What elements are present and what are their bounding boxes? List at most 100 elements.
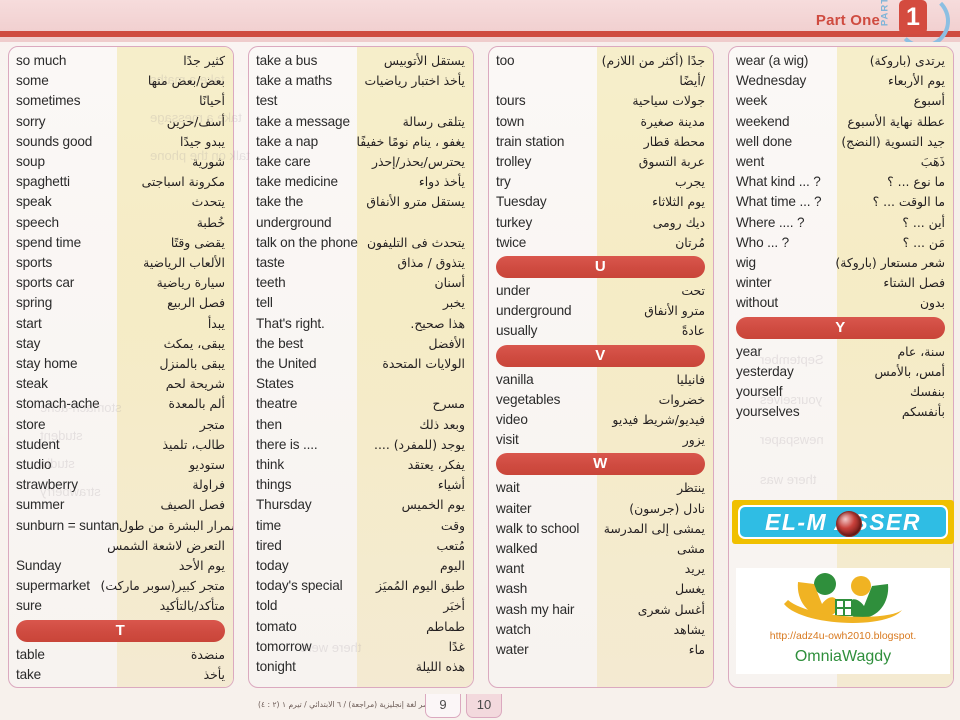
english-term: yourselves (736, 404, 800, 420)
vocabulary-row: walked مشى (496, 539, 707, 559)
english-term: soup (16, 154, 45, 170)
vocabulary-row: tonight هذه الليلة (256, 657, 467, 677)
vocabulary-row: soup شورية (16, 152, 227, 172)
arabic-meaning: منضدة (190, 646, 225, 662)
english-term: the United (256, 356, 317, 372)
vocabulary-row: That's right. هذا صحيح. (256, 314, 467, 334)
english-term: speech (16, 214, 59, 230)
english-term: try (496, 174, 511, 190)
arabic-meaning: فصل الربيع (167, 295, 225, 311)
vocabulary-row: the best الأفضل (256, 334, 467, 354)
english-term: Sunday (16, 558, 62, 574)
entry-list: take a bus يستقل الأتوبيس take a maths يأخذ… (249, 47, 473, 677)
english-term: video (496, 412, 528, 428)
english-term: usually (496, 323, 538, 339)
arabic-meaning: يريد (684, 561, 705, 577)
vocabulary-row: train station محطة قطار (496, 132, 707, 152)
arabic-meaning: أسنان (434, 275, 465, 291)
arabic-meaning: /أيضًا (679, 73, 705, 89)
arabic-meaning: يتحدث (191, 194, 225, 210)
vocabulary-card: take a bus يستقل الأتوبيس take a maths يأخذ… (248, 46, 474, 688)
arabic-meaning: فصل الصيف (160, 497, 225, 513)
english-term: tours (496, 93, 526, 109)
vocabulary-row: video فيديو/شريط فيديو (496, 410, 707, 430)
english-term: underground (496, 303, 572, 319)
english-term: week (736, 93, 768, 109)
vocabulary-row: vanilla فانيليا (496, 370, 707, 390)
vocabulary-row: yourselves بأنفسكم (736, 402, 947, 422)
vocabulary-card: so much كثير جدًا some بعض/بعض منها sometime… (8, 46, 234, 688)
vocabulary-row: Thursday يوم الخميس (256, 495, 467, 515)
vocabulary-row: town مدينة صغيرة (496, 112, 707, 132)
english-term: twice (496, 234, 527, 250)
vocabulary-row: take a message يتلقى رسالة (256, 112, 467, 132)
english-term: Who ... ? (736, 234, 790, 250)
arabic-meaning: يبقى، يمكث (163, 335, 225, 351)
vocabulary-row: sunburn = suntan إسمرار البشرة من طول (16, 516, 233, 536)
vocabulary-row: What kind ... ? ما نوع ... ؟ (736, 172, 947, 192)
english-term: trolley (496, 154, 532, 170)
english-term: studio (16, 457, 52, 473)
english-term: train station (496, 133, 565, 149)
vocabulary-row: Tuesday يوم الثلاثاء (496, 192, 707, 212)
vocabulary-row: stay يبقى، يمكث (16, 334, 227, 354)
arabic-meaning: يستقل مترو الأنفاق (366, 194, 465, 210)
vocabulary-row: wig شعر مستعار (باروكة) (736, 253, 947, 273)
vocabulary-row: things أشياء (256, 475, 467, 495)
arabic-meaning: فصل الشتاء (883, 275, 945, 291)
english-term: stay (16, 335, 41, 351)
arabic-meaning: يقضى وقتًا (170, 234, 225, 250)
english-term: water (496, 642, 529, 658)
english-term: there is .... (256, 436, 318, 452)
arabic-meaning: بدون (919, 295, 945, 311)
arabic-meaning: كثير جدًا (183, 53, 225, 68)
english-term: sorry (16, 113, 46, 129)
vocabulary-row: tours جولات سياحية (496, 91, 707, 111)
vocabulary-row: tired مُتعب (256, 536, 467, 556)
vocabulary-row: take medicine يأخذ دواء (256, 172, 467, 192)
vocabulary-row: speech خُطبة (16, 213, 227, 233)
vocabulary-row: wait ينتظر (496, 478, 707, 498)
vocabulary-row: twice مُرتان (496, 233, 707, 253)
english-term: Thursday (256, 497, 312, 513)
vocabulary-row: today اليوم (256, 556, 467, 576)
english-term: without (736, 295, 779, 311)
english-term: store (16, 416, 46, 432)
arabic-meaning: يوم الأحد (178, 558, 225, 574)
arabic-meaning: شعر مستعار (باروكة) (835, 255, 945, 271)
arabic-meaning: يبقى بالمنزل (159, 356, 225, 372)
arabic-meaning: طالب، تلميذ (162, 436, 225, 452)
english-term: year (736, 343, 762, 359)
entry-list: so much كثير جدًا some بعض/بعض منها sometime… (9, 47, 233, 685)
english-term: vegetables (496, 391, 561, 407)
english-term: walked (496, 541, 538, 557)
vocabulary-row: Who ... ? مَن ... ؟ (736, 233, 947, 253)
arabic-meaning: يغسل (675, 581, 705, 597)
english-term: take a nap (256, 133, 318, 149)
arabic-meaning: وبعد ذلك (419, 416, 465, 432)
vocabulary-row: Wednesday يوم الأربعاء (736, 71, 947, 91)
arabic-meaning: الولايات المتحدة (382, 356, 465, 372)
english-term: so much (16, 53, 67, 68)
letter-section-header: T (16, 619, 225, 642)
arabic-meaning: مُرتان (675, 234, 705, 250)
arabic-meaning: يوم الأربعاء (888, 73, 945, 89)
arabic-meaning: جدًا (أكثر من اللازم) (601, 53, 705, 68)
english-term: sometimes (16, 93, 81, 109)
entry-list: too جدًا (أكثر من اللازم) /أيضًا tours جولات… (489, 47, 713, 660)
english-term: walk to school (496, 520, 580, 536)
vocabulary-row: supermarket متجر كبير(سوبر ماركت) (16, 576, 227, 596)
arabic-meaning: أخبَر (443, 598, 465, 614)
vocabulary-row: take the يستقل مترو الأنفاق (256, 192, 467, 212)
arabic-meaning: عربة التسوق (638, 154, 705, 170)
english-term: tell (256, 295, 273, 311)
arabic-meaning: مُتعب (436, 537, 465, 553)
vocabulary-row: the United الولايات المتحدة (256, 354, 467, 374)
omnia-name: OmniaWagdy (794, 648, 892, 665)
english-term: town (496, 113, 525, 129)
vocabulary-card: too جدًا (أكثر من اللازم) /أيضًا tours جولات… (488, 46, 714, 688)
english-term: spend time (16, 234, 81, 250)
english-term: That's right. (256, 315, 325, 331)
vocabulary-row: studio ستوديو (16, 455, 227, 475)
vocabulary-row: table منضدة (16, 645, 227, 665)
